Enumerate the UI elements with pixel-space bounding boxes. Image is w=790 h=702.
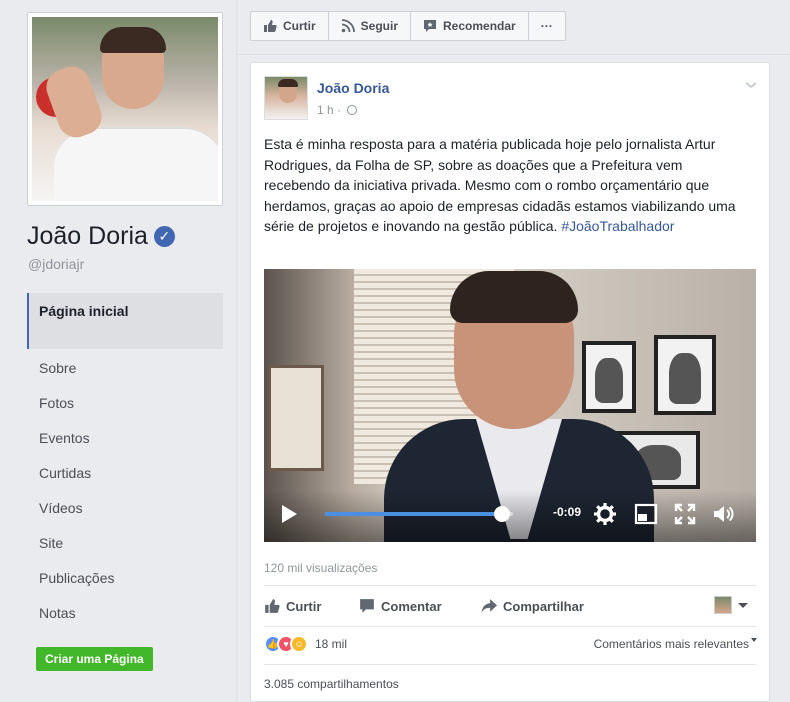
page-title: João Doria ✓ — [27, 222, 175, 251]
create-page-button[interactable]: Criar uma Página — [36, 647, 153, 671]
nav-item-likes[interactable]: Curtidas — [27, 456, 223, 491]
page-nav: Página inicial Sobre Fotos Eventos Curti… — [27, 293, 223, 631]
globe-icon — [347, 105, 358, 115]
follow-label: Seguir — [360, 19, 399, 33]
gear-icon[interactable] — [593, 502, 617, 526]
recommend-button[interactable]: Recomendar — [411, 12, 529, 40]
like-label: Curtir — [286, 598, 322, 614]
post-author-name[interactable]: João Doria — [317, 80, 389, 96]
share-count[interactable]: 3.085 compartilhamentos — [264, 677, 399, 691]
thumbs-up-icon — [265, 599, 280, 613]
page-name-text: João Doria — [27, 222, 148, 250]
divider — [264, 664, 756, 665]
more-dots-icon: ··· — [540, 19, 553, 33]
page-action-bar: Curtir Seguir Recomendar ··· — [250, 11, 566, 41]
reactions-summary[interactable]: 👍 ♥ ☺ 18 mil — [264, 633, 347, 655]
share-label: Compartilhar — [503, 598, 584, 614]
post-card: João Doria 1 h · Esta é minha resposta p… — [250, 62, 770, 702]
nav-item-home[interactable]: Página inicial — [27, 293, 223, 349]
time-separator: · — [337, 103, 342, 117]
profile-picture[interactable] — [27, 12, 223, 206]
haha-reaction-icon: ☺ — [290, 635, 308, 653]
nav-item-videos[interactable]: Vídeos — [27, 491, 223, 526]
comment-icon — [360, 599, 374, 613]
nav-item-events[interactable]: Eventos — [27, 421, 223, 456]
volume-icon[interactable] — [712, 502, 736, 526]
facebook-page: João Doria ✓ @jdoriajr Página inicial Sob… — [0, 0, 790, 702]
nav-item-photos[interactable]: Fotos — [27, 386, 223, 421]
avatar — [714, 596, 732, 614]
play-icon[interactable] — [282, 505, 297, 523]
recommend-label: Recomendar — [443, 19, 516, 33]
main-column: Curtir Seguir Recomendar ··· João Doria … — [236, 0, 790, 702]
video-progress-bar[interactable] — [325, 506, 513, 522]
post-time-text: 1 h — [317, 103, 334, 117]
rss-icon — [341, 19, 355, 33]
video-scrubber-handle[interactable] — [493, 506, 510, 522]
nav-item-notes[interactable]: Notas — [27, 596, 223, 631]
mini-player-icon[interactable] — [634, 502, 658, 526]
like-page-label: Curtir — [283, 19, 316, 33]
comment-label: Comentar — [381, 598, 442, 614]
chevron-down-icon[interactable] — [745, 79, 757, 91]
view-count: 120 mil visualizações — [264, 561, 378, 575]
nav-item-posts[interactable]: Publicações — [27, 561, 223, 596]
nav-item-about[interactable]: Sobre — [27, 351, 223, 386]
comment-sort-dropdown[interactable]: Comentários mais relevantes — [594, 637, 757, 651]
like-page-button[interactable]: Curtir — [251, 12, 329, 40]
post-author-avatar[interactable] — [264, 76, 308, 120]
comment-star-icon — [424, 20, 437, 32]
post-text: Esta é minha resposta para a matéria pub… — [264, 134, 750, 237]
follow-button[interactable]: Seguir — [329, 12, 412, 40]
like-button[interactable]: Curtir — [264, 586, 321, 626]
reaction-count: 18 mil — [315, 637, 348, 651]
more-options-button[interactable]: ··· — [529, 12, 565, 40]
page-handle[interactable]: @jdoriajr — [28, 256, 84, 272]
thumbs-up-icon — [264, 20, 277, 32]
react-as-selector[interactable] — [714, 596, 748, 614]
share-button[interactable]: Compartilhar — [481, 586, 584, 626]
video-progress-fill — [325, 512, 502, 516]
video-time-remaining: -0:09 — [553, 505, 582, 519]
post-actions-bar: Curtir Comentar Compartilhar — [264, 585, 756, 627]
post-timestamp[interactable]: 1 h · — [317, 103, 358, 117]
caret-down-icon — [751, 638, 757, 642]
divider — [237, 54, 790, 55]
video-player[interactable]: -0:09 — [264, 269, 756, 542]
left-sidebar: João Doria ✓ @jdoriajr Página inicial Sob… — [0, 0, 236, 702]
fullscreen-icon[interactable] — [673, 502, 697, 526]
comment-button[interactable]: Comentar — [359, 586, 442, 626]
post-hashtag[interactable]: #JoãoTrabalhador — [561, 218, 674, 234]
profile-photo-image — [32, 17, 218, 201]
nav-item-site[interactable]: Site — [27, 526, 223, 561]
verified-badge-icon: ✓ — [153, 226, 175, 247]
caret-down-icon — [738, 602, 748, 608]
share-arrow-icon — [481, 599, 497, 613]
comment-sort-label: Comentários mais relevantes — [593, 637, 749, 651]
